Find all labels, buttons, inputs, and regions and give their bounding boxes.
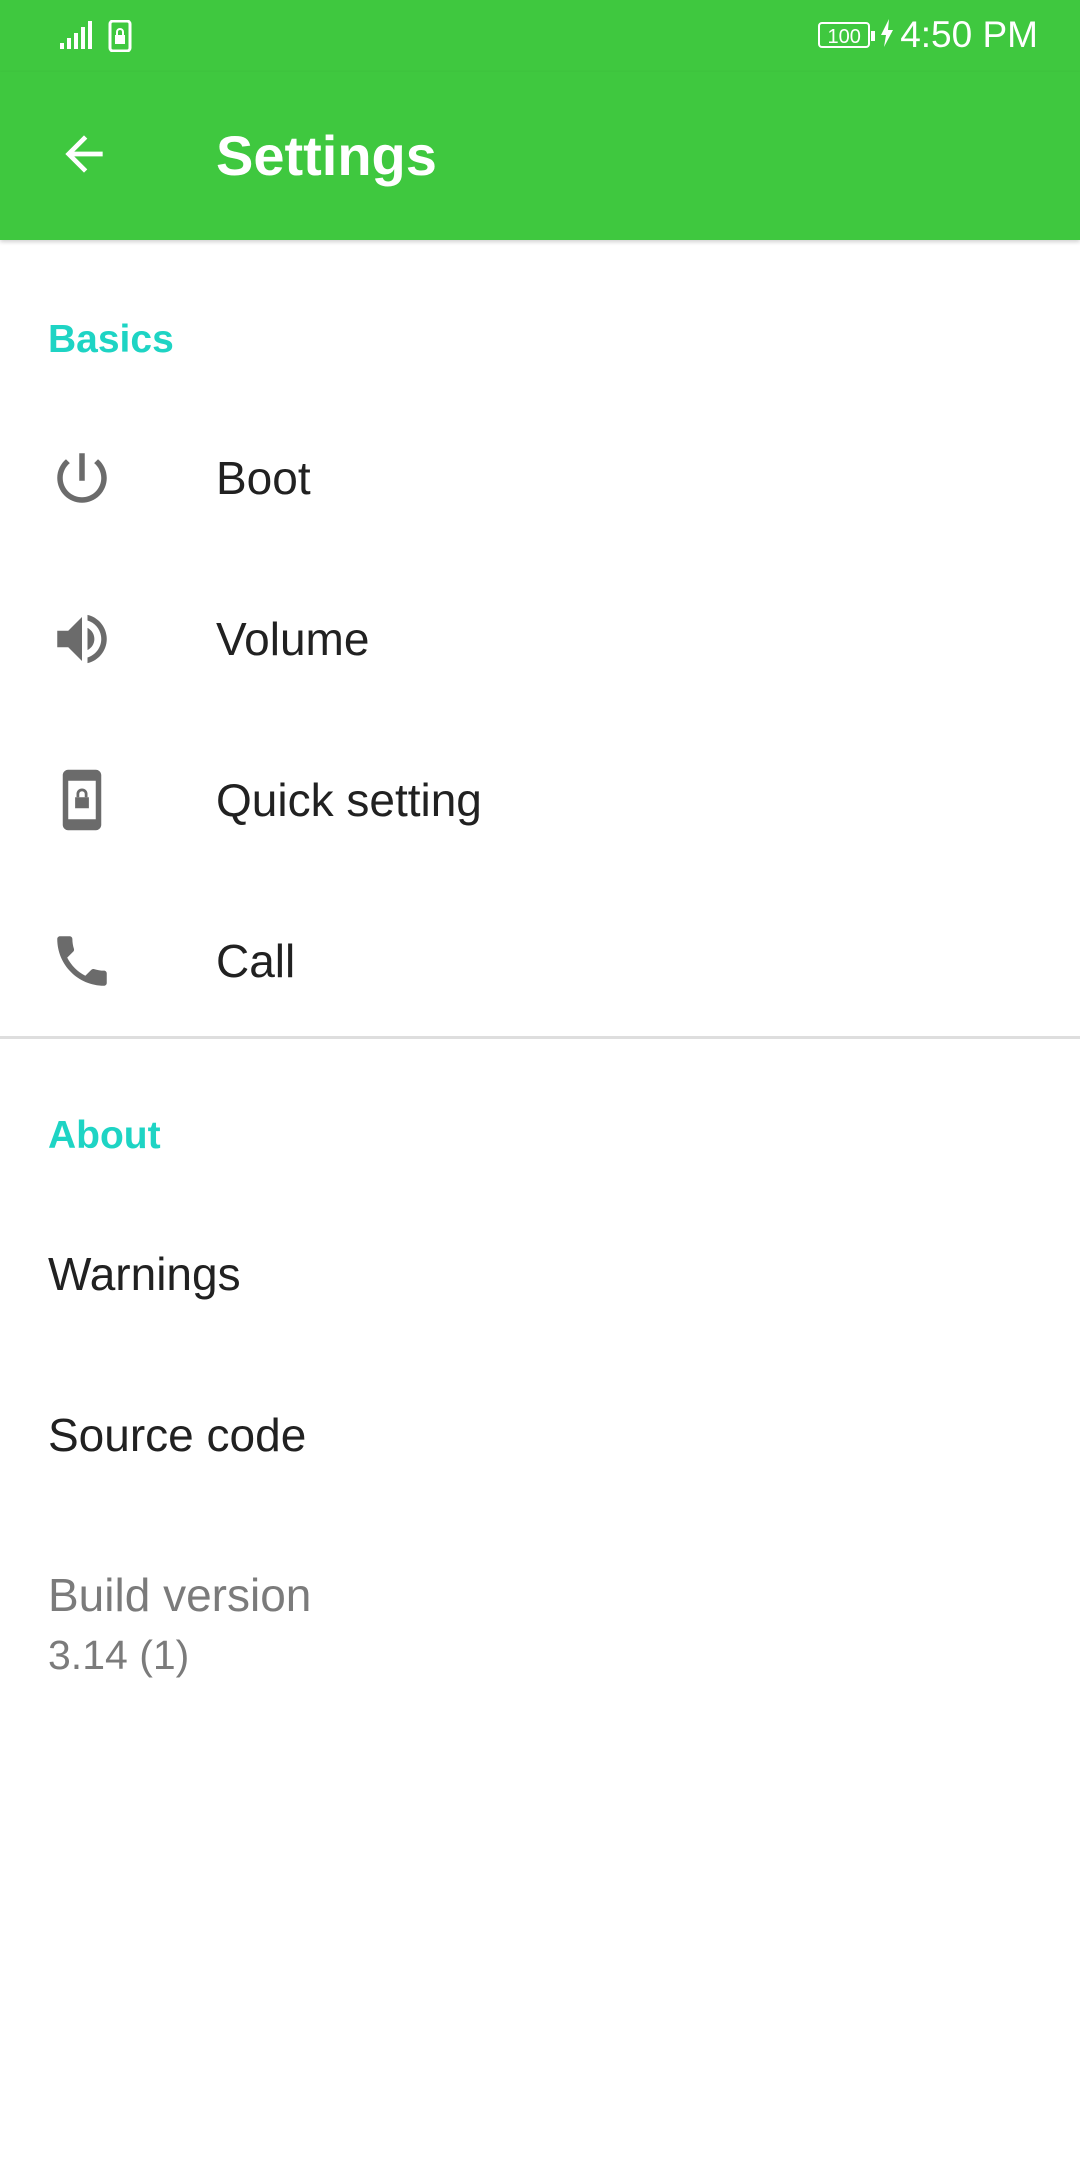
settings-screen: 100 4:50 PM Settings Basics Boot Volume …	[0, 0, 1080, 2160]
settings-item-label: Boot	[216, 452, 311, 504]
status-time: 4:50 PM	[900, 14, 1038, 55]
settings-item-warnings[interactable]: Warnings	[0, 1192, 1080, 1353]
signal-icon	[60, 21, 96, 56]
section-divider	[0, 1036, 1080, 1039]
settings-item-quick-setting[interactable]: Quick setting	[0, 718, 1080, 879]
settings-item-label: Source code	[48, 1409, 307, 1461]
build-version-title: Build version	[48, 1569, 312, 1621]
battery-icon: 100	[818, 22, 876, 48]
status-right-icons: 100 4:50 PM	[818, 14, 1038, 56]
back-button[interactable]	[42, 114, 126, 198]
phone-lock-icon	[46, 764, 118, 836]
settings-item-label: Quick setting	[216, 774, 482, 826]
settings-item-label: Warnings	[48, 1248, 241, 1300]
section-header-basics: Basics	[48, 318, 174, 361]
status-left-icons	[60, 19, 132, 57]
page-title: Settings	[216, 124, 437, 187]
arrow-back-icon	[56, 126, 112, 187]
app-bar: Settings	[0, 72, 1080, 240]
settings-item-volume[interactable]: Volume	[0, 557, 1080, 718]
settings-item-boot[interactable]: Boot	[0, 396, 1080, 557]
settings-item-label: Call	[216, 935, 296, 987]
settings-item-label: Volume	[216, 613, 370, 665]
settings-item-source-code[interactable]: Source code	[0, 1353, 1080, 1514]
sim-lock-icon	[108, 19, 132, 57]
power-icon	[46, 442, 118, 514]
settings-item-call[interactable]: Call	[0, 879, 1080, 1040]
build-version-value: 3.14 (1)	[48, 1632, 190, 1678]
phone-icon	[46, 925, 118, 997]
charging-icon	[880, 14, 894, 56]
battery-level: 100	[827, 26, 861, 48]
settings-item-build-version: Build version 3.14 (1)	[0, 1540, 1080, 1690]
status-bar: 100 4:50 PM	[0, 0, 1080, 72]
section-header-about: About	[48, 1114, 161, 1157]
volume-icon	[46, 603, 118, 675]
